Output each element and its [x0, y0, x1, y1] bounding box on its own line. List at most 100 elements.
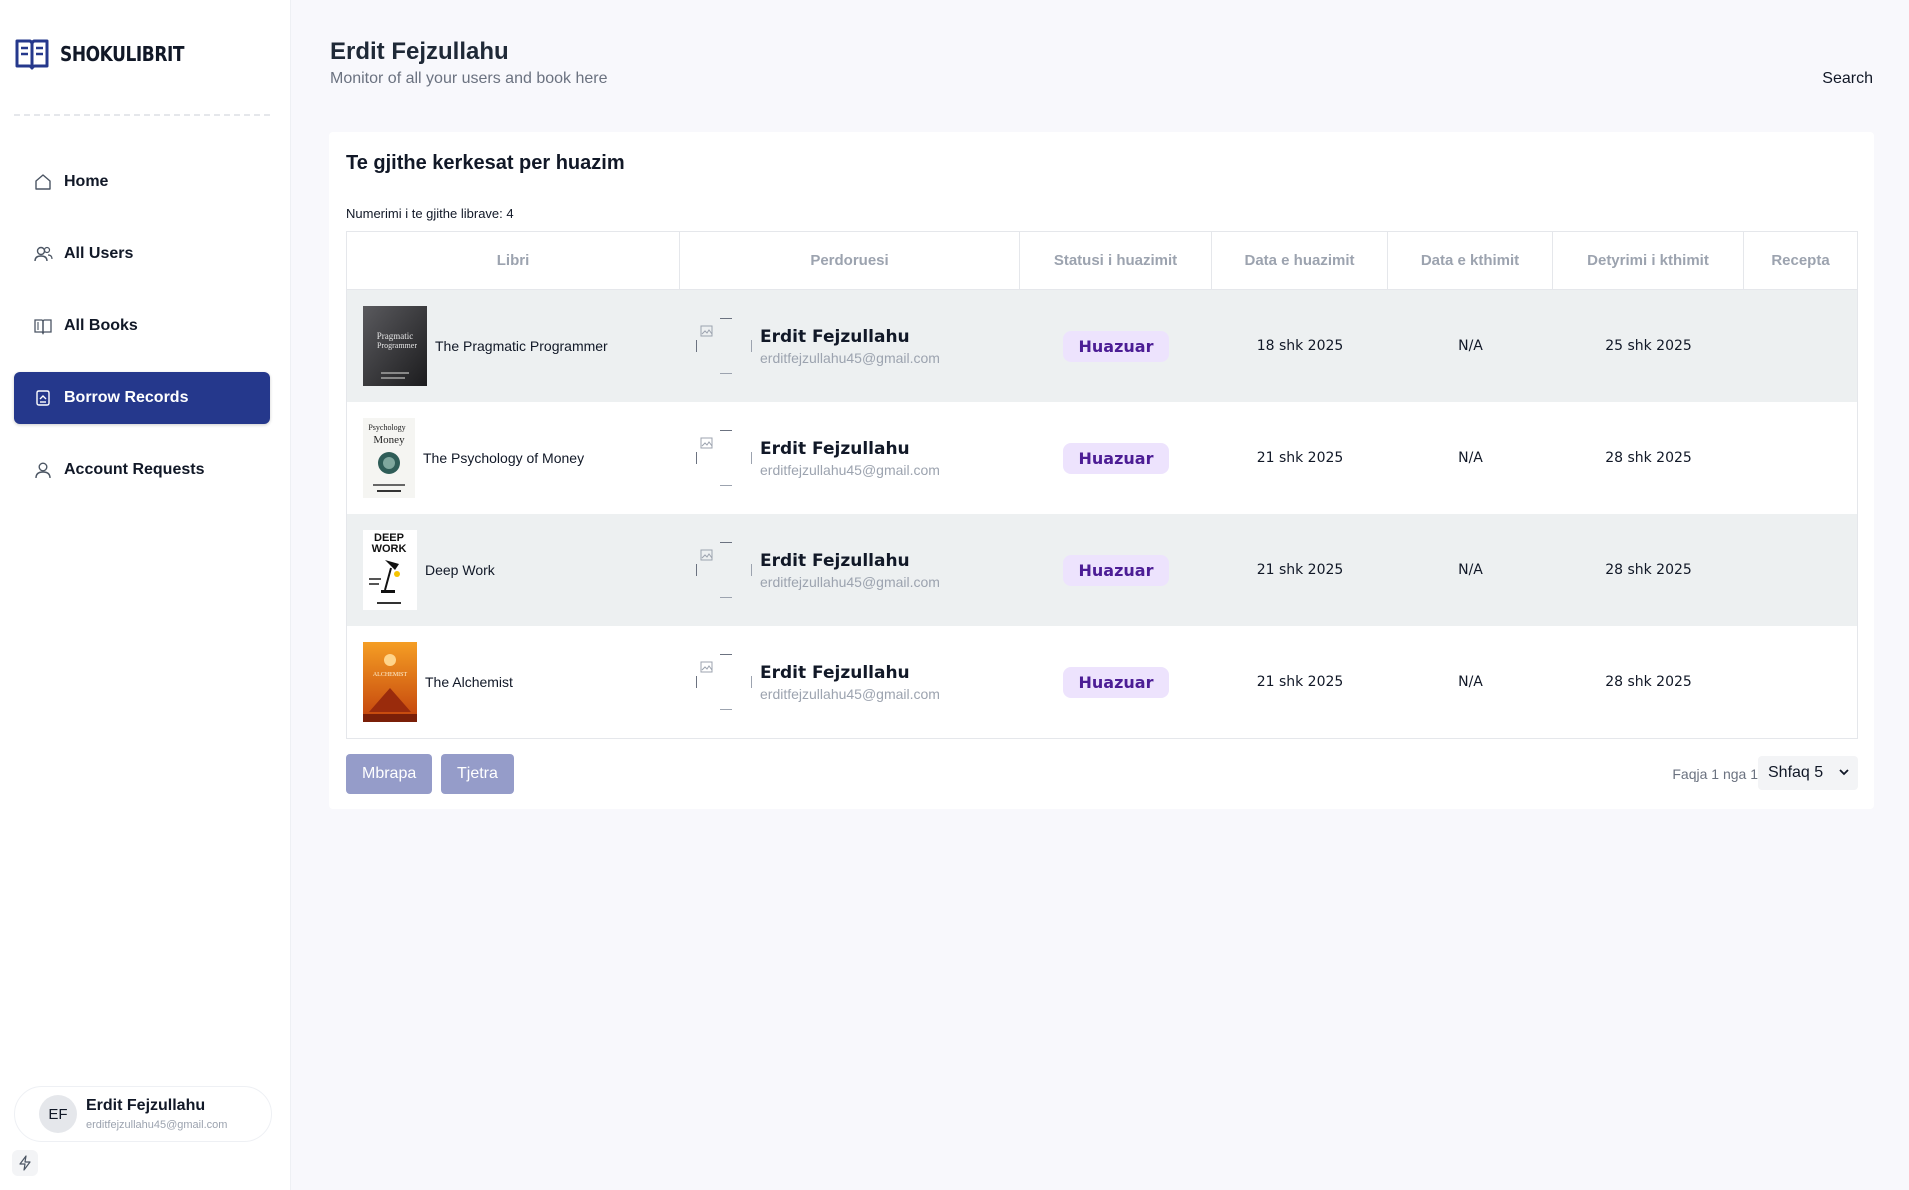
column-header[interactable]: Libri: [347, 232, 680, 289]
page-title: Erdit Fejzullahu: [330, 38, 509, 65]
current-user-card[interactable]: EF Erdit Fejzullahu erditfejzullahu45@gm…: [14, 1086, 272, 1142]
receipt-cell[interactable]: [1744, 514, 1857, 626]
return-date: N/A: [1458, 562, 1483, 578]
receipt-cell[interactable]: [1744, 290, 1857, 402]
logo[interactable]: SHOKULIBRIT: [14, 36, 206, 72]
borrow-date: 21 shk 2025: [1256, 562, 1344, 578]
book-cover-image: Pragmatic Programmer: [363, 306, 427, 386]
card-title: Te gjithe kerkesat per huazim: [346, 152, 625, 174]
brand-name: SHOKULIBRIT: [60, 42, 185, 66]
column-header[interactable]: Data e kthimit: [1388, 232, 1553, 289]
column-header[interactable]: Data e huazimit: [1212, 232, 1388, 289]
book-cover-image: ALCHEMIST: [363, 642, 417, 722]
sidebar-item-borrow-records[interactable]: Borrow Records: [14, 372, 270, 424]
user-photo: [696, 430, 752, 486]
user-email: erditfejzullahu45@gmail.com: [760, 461, 940, 478]
current-user-name: Erdit Fejzullahu: [86, 1097, 206, 1114]
due-date: 28 shk 2025: [1605, 450, 1692, 466]
borrow-date: 18 shk 2025: [1256, 338, 1344, 354]
current-user-email: erditfejzullahu45@gmail.com: [86, 1119, 228, 1131]
user-name: Erdit Fejzullahu: [760, 662, 910, 683]
sidebar: SHOKULIBRIT Home All Users All Books Bor…: [0, 0, 291, 1190]
user-photo: [696, 654, 752, 710]
column-header[interactable]: Detyrimi i kthimit: [1553, 232, 1744, 289]
user-icon: [32, 459, 54, 481]
sidebar-item-label: All Books: [64, 317, 138, 334]
page-info: Faqja 1 nga 1: [1672, 766, 1758, 782]
table-header: Libri Perdoruesi Statusi i huazimit Data…: [347, 232, 1857, 290]
sidebar-item-label: Account Requests: [64, 461, 205, 478]
due-date: 28 shk 2025: [1605, 562, 1692, 578]
table-row[interactable]: Psychology Money The Psychology of Money…: [347, 402, 1857, 514]
home-icon: [32, 171, 54, 193]
status-badge: Huazuar: [1062, 666, 1170, 698]
book-cover-image: DEEP WORK: [363, 530, 417, 610]
search-button[interactable]: Search: [1822, 70, 1873, 88]
table-row[interactable]: DEEP WORK Deep Work Erdit Fejzullahu erd…: [347, 514, 1857, 626]
borrow-records-table: Libri Perdoruesi Statusi i huazimit Data…: [346, 231, 1858, 739]
book-title: The Psychology of Money: [423, 450, 585, 466]
page-subtitle: Monitor of all your users and book here: [330, 70, 608, 87]
borrow-records-card: Te gjithe kerkesat per huazim Numerimi i…: [329, 132, 1874, 809]
bolt-icon[interactable]: [12, 1150, 38, 1176]
due-date: 28 shk 2025: [1605, 674, 1692, 690]
user-email: erditfejzullahu45@gmail.com: [760, 573, 940, 590]
broken-image-icon: [700, 325, 713, 337]
cover-title-line-1: Pragmatic: [377, 331, 414, 341]
book-title: The Pragmatic Programmer: [435, 338, 608, 354]
cover-title-line-2: Money: [373, 434, 405, 446]
sidebar-item-label: Home: [64, 173, 109, 190]
users-icon: [32, 243, 54, 265]
page-size-select[interactable]: Shfaq 5: [1758, 756, 1858, 790]
sidebar-item-label: All Users: [64, 245, 134, 262]
cover-title-line-2: WORK: [372, 543, 407, 555]
table-row[interactable]: Pragmatic Programmer The Pragmatic Progr…: [347, 290, 1857, 402]
sidebar-item-home[interactable]: Home: [14, 156, 270, 208]
borrow-icon: [32, 387, 54, 409]
sidebar-item-all-books[interactable]: All Books: [14, 300, 270, 352]
return-date: N/A: [1458, 674, 1483, 690]
sidebar-item-account-requests[interactable]: Account Requests: [14, 444, 270, 496]
status-badge: Huazuar: [1062, 554, 1170, 586]
due-date: 25 shk 2025: [1605, 338, 1692, 354]
book-title: The Alchemist: [425, 674, 513, 690]
table-row[interactable]: ALCHEMIST The Alchemist Erdit Fejzullahu…: [347, 626, 1857, 738]
user-email: erditfejzullahu45@gmail.com: [760, 685, 940, 702]
status-badge: Huazuar: [1062, 330, 1170, 362]
user-name: Erdit Fejzullahu: [760, 326, 910, 347]
column-header[interactable]: Statusi i huazimit: [1020, 232, 1212, 289]
return-date: N/A: [1458, 450, 1483, 466]
cover-title-line-1: Psychology: [368, 423, 405, 432]
broken-image-icon: [700, 549, 713, 561]
column-header[interactable]: Recepta: [1744, 232, 1857, 289]
book-logo-icon: [15, 39, 49, 70]
status-badge: Huazuar: [1062, 442, 1170, 474]
sidebar-item-label: Borrow Records: [64, 389, 189, 406]
user-name: Erdit Fejzullahu: [760, 550, 910, 571]
book-icon: [32, 315, 54, 337]
borrow-date: 21 shk 2025: [1256, 674, 1344, 690]
column-header[interactable]: Perdoruesi: [680, 232, 1020, 289]
broken-image-icon: [700, 661, 713, 673]
record-count: Numerimi i te gjithe librave: 4: [346, 206, 514, 221]
sidebar-divider: [14, 114, 270, 116]
prev-page-button[interactable]: Mbrapa: [346, 754, 433, 794]
user-photo: [696, 542, 752, 598]
borrow-date: 21 shk 2025: [1256, 450, 1344, 466]
avatar: EF: [39, 1095, 77, 1133]
broken-image-icon: [700, 437, 713, 449]
user-email: erditfejzullahu45@gmail.com: [760, 349, 940, 366]
user-name: Erdit Fejzullahu: [760, 438, 910, 459]
receipt-cell[interactable]: [1744, 626, 1857, 738]
page-size-value: Shfaq 5: [1768, 764, 1824, 781]
user-photo: [696, 318, 752, 374]
next-page-button[interactable]: Tjetra: [441, 754, 514, 794]
book-title: Deep Work: [425, 562, 495, 578]
chevron-down-icon: [1839, 769, 1849, 776]
cover-title-line-2: Programmer: [377, 341, 417, 350]
return-date: N/A: [1458, 338, 1483, 354]
book-cover-image: Psychology Money: [363, 418, 415, 498]
cover-title-line-1: ALCHEMIST: [373, 672, 408, 678]
receipt-cell[interactable]: [1744, 402, 1857, 514]
sidebar-item-all-users[interactable]: All Users: [14, 228, 270, 280]
